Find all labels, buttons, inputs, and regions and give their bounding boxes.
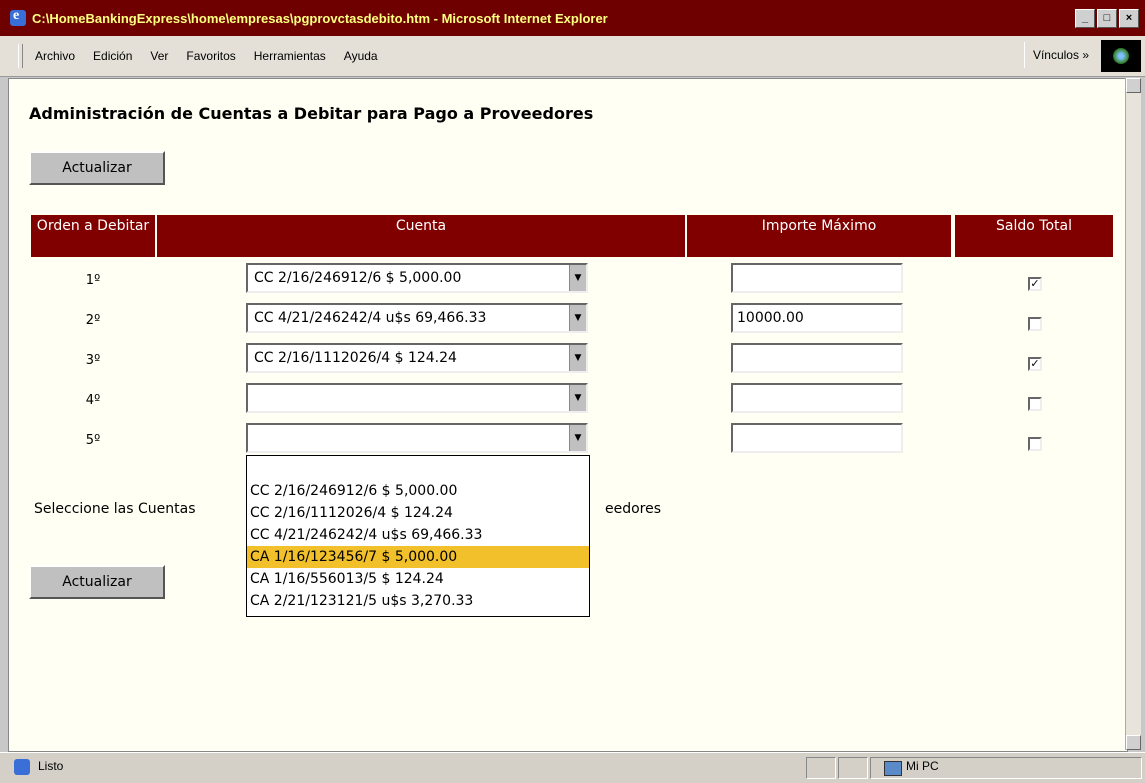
chevron-down-icon[interactable]: ▼ bbox=[569, 425, 586, 451]
chevron-down-icon[interactable]: ▼ bbox=[569, 305, 586, 331]
minimize-button[interactable]: _ bbox=[1075, 9, 1095, 28]
menu-ver[interactable]: Ver bbox=[150, 49, 168, 63]
page-status-icon bbox=[14, 759, 30, 775]
window-title-bar[interactable]: C:\HomeBankingExpress\home\empresas\pgpr… bbox=[0, 0, 1145, 36]
toolbar-grip bbox=[18, 44, 23, 68]
total-balance-checkbox[interactable] bbox=[1028, 317, 1042, 331]
page-content: Administración de Cuentas a Debitar para… bbox=[8, 78, 1128, 752]
total-balance-checkbox[interactable] bbox=[1028, 397, 1042, 411]
row-order: 2º bbox=[85, 313, 101, 328]
account-select[interactable]: CC 2/16/246912/6 $ 5,000.00 ▼ bbox=[246, 263, 588, 293]
zone-label: Mi PC bbox=[906, 759, 939, 773]
dropdown-option-highlighted[interactable]: CA 1/16/123456/7 $ 5,000.00 bbox=[247, 546, 589, 568]
vertical-scrollbar[interactable] bbox=[1125, 78, 1141, 750]
scroll-up-icon[interactable] bbox=[1126, 78, 1141, 93]
scroll-down-icon[interactable] bbox=[1126, 735, 1141, 750]
refresh-button-bottom[interactable]: Actualizar bbox=[29, 565, 165, 599]
row-order: 1º bbox=[85, 273, 101, 288]
row-order: 5º bbox=[85, 433, 101, 448]
dropdown-option[interactable]: CA 1/16/556013/5 $ 124.24 bbox=[247, 568, 589, 590]
row-order: 4º bbox=[85, 393, 101, 408]
header-total-balance: Saldo Total bbox=[955, 215, 1113, 257]
dropdown-option[interactable]: CA 2/21/123121/5 u$s 3,270.33 bbox=[247, 590, 589, 612]
header-order: Orden a Debitar bbox=[31, 215, 155, 257]
menu-archivo[interactable]: Archivo bbox=[35, 49, 75, 63]
dropdown-option[interactable]: CC 2/16/1112026/4 $ 124.24 bbox=[247, 502, 589, 524]
max-amount-input[interactable] bbox=[731, 263, 903, 293]
status-bar: Listo Mi PC bbox=[0, 752, 1145, 783]
total-balance-checkbox[interactable]: ✓ bbox=[1028, 357, 1042, 371]
maximize-button[interactable]: □ bbox=[1097, 9, 1117, 28]
max-amount-input[interactable] bbox=[731, 423, 903, 453]
header-max-amount: Importe Máximo bbox=[687, 215, 951, 257]
instructions-text: Seleccione las Cuentas bbox=[34, 501, 196, 517]
total-balance-checkbox[interactable] bbox=[1028, 437, 1042, 451]
account-select-open[interactable]: ▼ bbox=[246, 423, 588, 453]
windows-logo-icon bbox=[1101, 40, 1141, 72]
instructions-text-end: eedores bbox=[605, 501, 662, 517]
account-select-value: CC 4/21/246242/4 u$s 69,466.33 bbox=[254, 310, 487, 326]
menu-bar: Archivo Edición Ver Favoritos Herramient… bbox=[0, 36, 1145, 77]
max-amount-input[interactable] bbox=[731, 343, 903, 373]
menu-edicion[interactable]: Edición bbox=[93, 49, 132, 63]
dropdown-option[interactable]: CC 4/21/246242/4 u$s 69,466.33 bbox=[247, 524, 589, 546]
account-select[interactable]: CC 2/16/1112026/4 $ 124.24 ▼ bbox=[246, 343, 588, 373]
chevron-down-icon[interactable]: ▼ bbox=[569, 345, 586, 371]
close-button[interactable]: × bbox=[1119, 9, 1139, 28]
account-select[interactable]: ▼ bbox=[246, 383, 588, 413]
dropdown-option[interactable]: CC 2/16/246912/6 $ 5,000.00 bbox=[247, 480, 589, 502]
chevron-down-icon[interactable]: ▼ bbox=[569, 265, 586, 291]
max-amount-input[interactable]: 10000.00 bbox=[731, 303, 903, 333]
ie-logo-icon bbox=[10, 8, 26, 26]
window-title: C:\HomeBankingExpress\home\empresas\pgpr… bbox=[32, 10, 608, 26]
account-select-value: CC 2/16/1112026/4 $ 124.24 bbox=[254, 350, 457, 366]
status-pane bbox=[838, 757, 868, 779]
max-amount-input[interactable] bbox=[731, 383, 903, 413]
chevron-down-icon[interactable]: ▼ bbox=[569, 385, 586, 411]
page-title: Administración de Cuentas a Debitar para… bbox=[29, 104, 594, 123]
links-toolbar[interactable]: Vínculos » bbox=[1023, 42, 1097, 68]
menu-favoritos[interactable]: Favoritos bbox=[186, 49, 235, 63]
status-text: Listo bbox=[38, 759, 64, 773]
refresh-button-top[interactable]: Actualizar bbox=[29, 151, 165, 185]
status-pane bbox=[806, 757, 836, 779]
header-account: Cuenta bbox=[157, 215, 685, 257]
computer-icon bbox=[884, 761, 902, 776]
menu-ayuda[interactable]: Ayuda bbox=[344, 49, 378, 63]
row-order: 3º bbox=[85, 353, 101, 368]
account-select[interactable]: CC 4/21/246242/4 u$s 69,466.33 ▼ bbox=[246, 303, 588, 333]
account-dropdown-list: CC 2/16/246912/6 $ 5,000.00 CC 2/16/1112… bbox=[246, 455, 590, 617]
account-select-value: CC 2/16/246912/6 $ 5,000.00 bbox=[254, 270, 462, 286]
menu-herramientas[interactable]: Herramientas bbox=[254, 49, 326, 63]
total-balance-checkbox[interactable]: ✓ bbox=[1028, 277, 1042, 291]
